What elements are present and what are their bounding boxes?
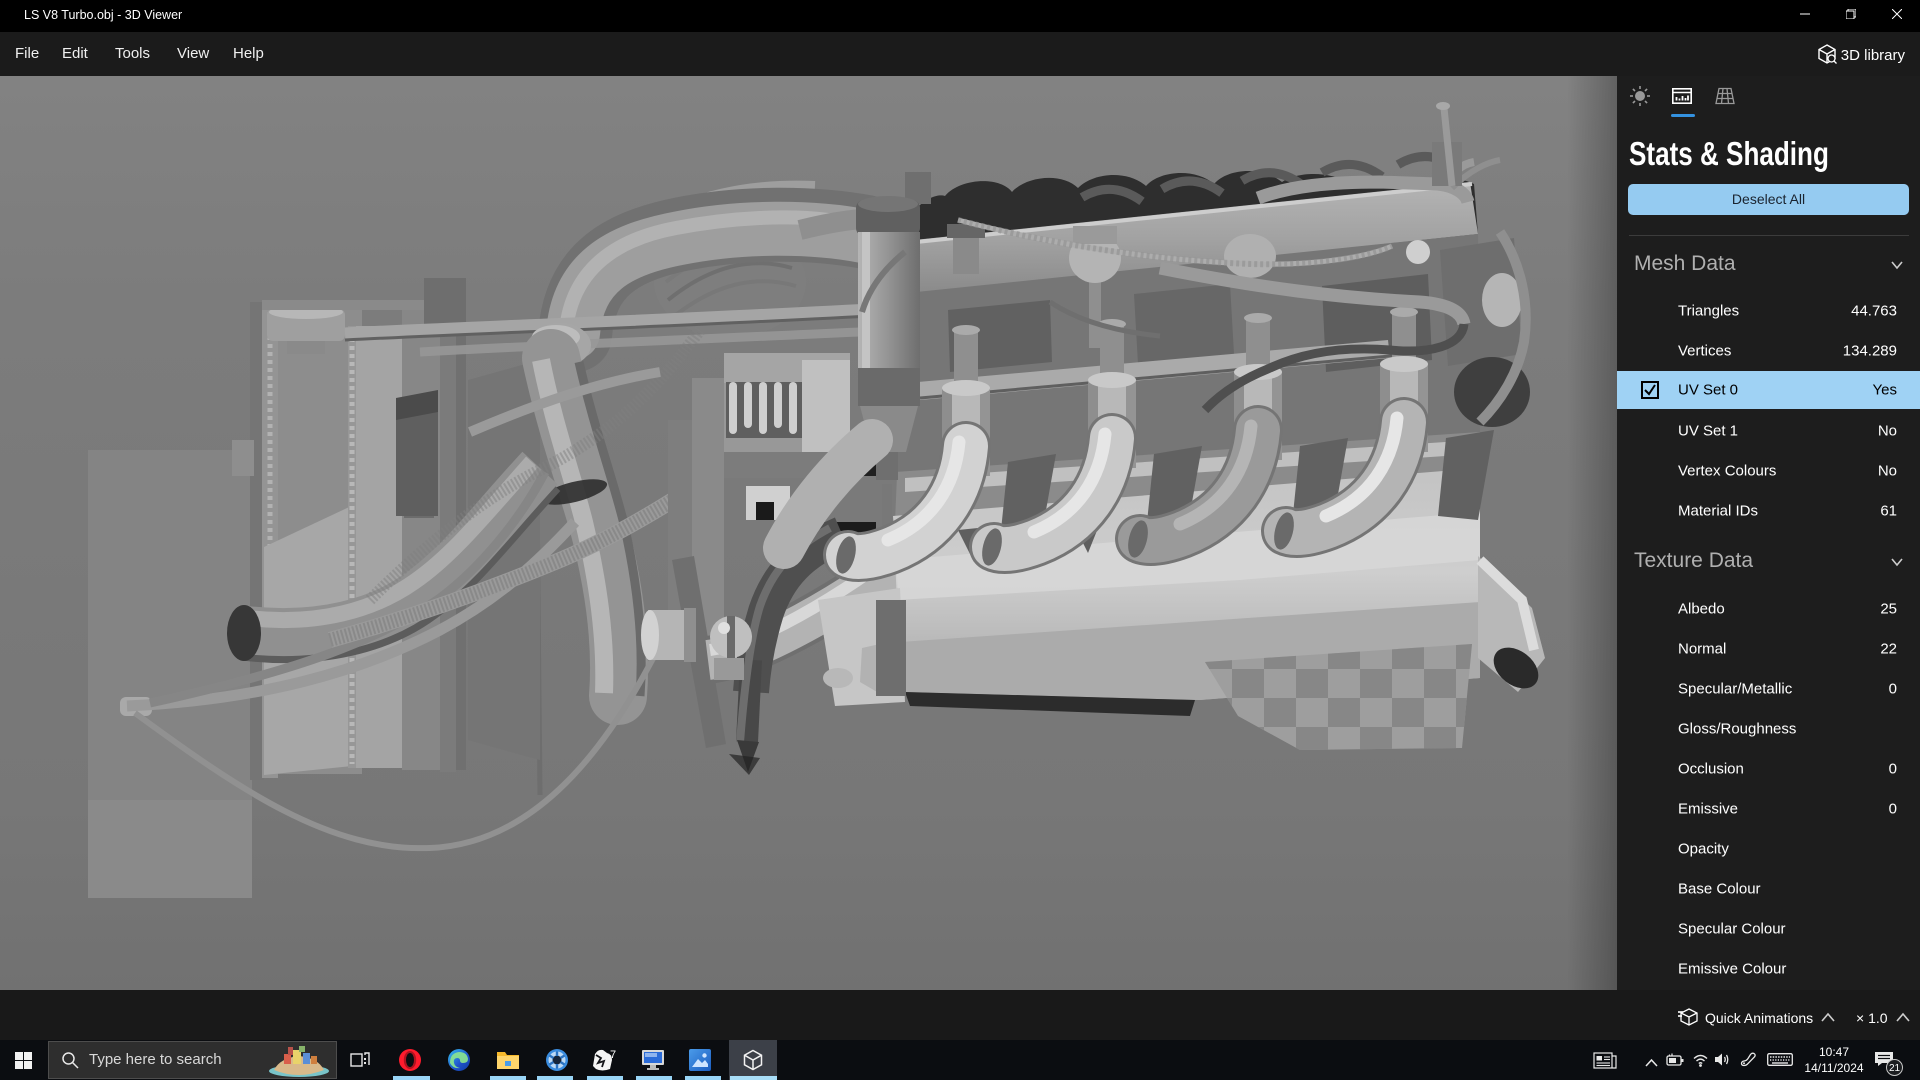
- svg-text:7: 7: [610, 1049, 616, 1061]
